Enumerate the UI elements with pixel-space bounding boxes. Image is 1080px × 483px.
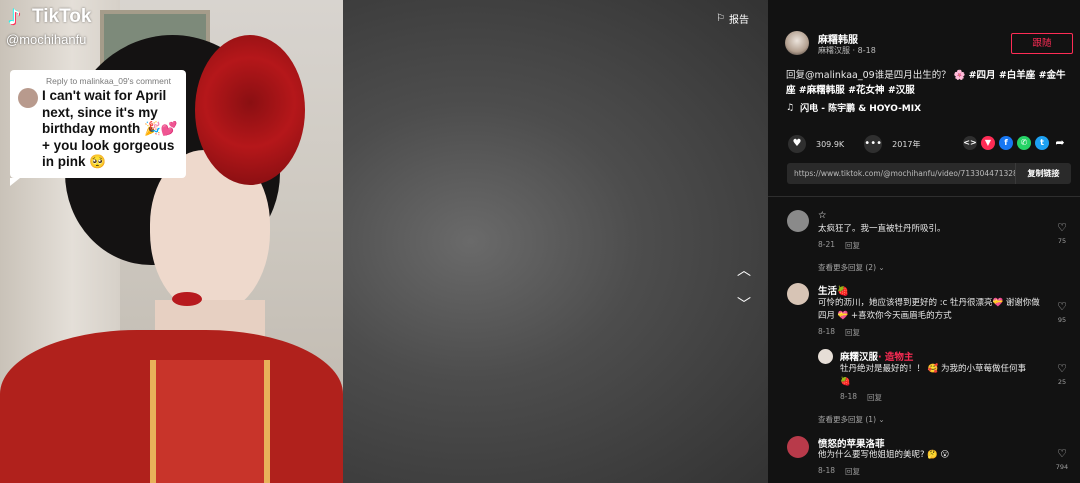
heart-outline-icon[interactable]: ♡ [1053, 363, 1071, 375]
comment-like[interactable]: ♡ 95 [1053, 301, 1071, 325]
reply-button[interactable]: 回复 [845, 327, 860, 338]
previous-video-button[interactable]: ︿ [735, 262, 753, 280]
copy-link-button[interactable]: 复制链接 [1015, 163, 1071, 184]
tiktok-logo: ♪ TikTok [8, 6, 91, 28]
comment-date: 8-21 [818, 240, 836, 249]
heart-outline-icon[interactable]: ♡ [1053, 222, 1071, 234]
reply-button[interactable]: 回复 [867, 392, 882, 403]
blurred-background [343, 0, 768, 483]
comment-like[interactable]: ♡ 75 [1053, 222, 1071, 246]
comment-date: 8-18 [818, 327, 836, 336]
comment-meta: 8-18 回复 [818, 466, 860, 477]
heart-icon[interactable]: ♥ [788, 135, 806, 153]
commenter-avatar[interactable] [787, 210, 809, 232]
report-label: 报告 [728, 15, 749, 26]
commenter-avatar[interactable] [787, 436, 809, 458]
robe-trim [150, 360, 270, 483]
comment-like-count: 25 [1057, 378, 1067, 386]
chevron-up-icon: ︿ [737, 263, 751, 279]
commenter-avatar[interactable] [787, 283, 809, 305]
reply-card-avatar [18, 88, 38, 108]
peony-flower [195, 35, 305, 185]
comment-icon[interactable]: ••• [864, 135, 883, 153]
video-player[interactable]: ♪ TikTok @mochihanfu Reply to malinkaa_0… [0, 0, 768, 483]
commenter-avatar[interactable] [818, 349, 833, 364]
view-more-replies[interactable]: 查看更多回复 (1) ⌄ [818, 414, 885, 425]
share-arrow-icon[interactable]: ➦ [1053, 136, 1067, 150]
commenter-name[interactable]: ☆ [818, 210, 827, 221]
chevron-down-icon: ⌄ [878, 263, 885, 272]
comment-meta: 8-21 回复 [818, 240, 860, 251]
comment-meta: 8-18 回复 [840, 392, 882, 403]
video-frame[interactable]: ♪ TikTok @mochihanfu Reply to malinkaa_0… [0, 0, 343, 483]
whatsapp-icon[interactable]: ✆ [1017, 136, 1031, 150]
comment-text: 牡丹绝对是最好的！！ 🥰 为我的小草莓做任何事 🍓 [840, 364, 1026, 387]
view-more-replies-label: 查看更多回复 (2) [818, 263, 877, 272]
comment-like[interactable]: ♡ 794 [1053, 448, 1071, 472]
heart-outline-icon[interactable]: ♡ [1053, 448, 1071, 460]
comment-text: 他为什么要写他姐姐的美呢? 🤔 😮 [818, 450, 950, 460]
divider [768, 196, 1080, 197]
view-more-replies-label: 查看更多回复 (1) [818, 415, 877, 424]
comment-date: 8-18 [818, 466, 836, 475]
next-video-button[interactable]: ﹀ [735, 296, 753, 314]
heart-outline-icon[interactable]: ♡ [1053, 301, 1071, 313]
comment-text: 可怜的沥川，她应该得到更好的 :c 牡丹很漂亮💝 谢谢你做四月 💝 +喜欢你今天… [818, 298, 1040, 321]
embed-icon[interactable]: <> [963, 136, 977, 150]
music-note-icon: ♫ [786, 102, 795, 113]
comment-like-count: 794 [1055, 463, 1069, 471]
chevron-down-icon: ⌄ [878, 415, 885, 424]
comment-count: 2017年 [892, 139, 921, 149]
comment-text: 太疯狂了。我一直被牡丹所吸引。 [818, 224, 946, 234]
author-name[interactable]: 麻糬韩服 [818, 31, 858, 46]
video-link-box: https://www.tiktok.com/@mochihanfu/video… [787, 163, 1071, 184]
commenter-name[interactable]: 愤怒的苹果洛菲 [818, 436, 885, 450]
author-avatar[interactable] [785, 31, 809, 55]
share-icons: <> ▼ f ✆ t ➦ [963, 136, 1067, 150]
video-link-input[interactable]: https://www.tiktok.com/@mochihanfu/video… [787, 163, 1015, 184]
music-title: 闪电 - 陈宇鹏 & HOYO-MIX [800, 104, 922, 114]
creator-name: 麻糬汉服 [840, 352, 879, 363]
tiktok-note-icon: ♪ [8, 5, 21, 29]
lips [172, 292, 202, 306]
like-count: 309.9K [816, 139, 845, 149]
report-button[interactable]: ⚐ 报告 [716, 11, 749, 26]
facebook-icon[interactable]: f [999, 136, 1013, 150]
tiktok-wordmark: TikTok [32, 6, 92, 27]
creator-badge: · 造物主 [878, 352, 914, 363]
video-description: 回复@malinkaa_09谁是四月出生的？ 🌸 #四月 #白羊座 #金牛座 #… [786, 69, 1071, 98]
flag-icon: ⚐ [716, 13, 725, 24]
reply-card: Reply to malinkaa_09's comment I can't w… [10, 70, 186, 186]
view-more-replies[interactable]: 查看更多回复 (2) ⌄ [818, 262, 885, 273]
follow-button[interactable]: 跟随 [1011, 33, 1073, 54]
reply-button[interactable]: 回复 [845, 240, 860, 251]
repost-icon[interactable]: ▼ [981, 136, 995, 150]
comment-like[interactable]: ♡ 25 [1053, 363, 1071, 387]
reply-card-text: I can't wait for April next, since it's … [42, 88, 178, 169]
comment-meta: 8-18 回复 [818, 327, 860, 338]
comment-date: 8-18 [840, 392, 858, 401]
twitter-icon[interactable]: t [1035, 136, 1049, 150]
stats-bar: ♥ 309.9K ••• 2017年 [788, 135, 921, 153]
commenter-name[interactable]: 麻糬汉服· 造物主 [840, 349, 913, 363]
music-info[interactable]: ♫ 闪电 - 陈宇鹏 & HOYO-MIX [786, 101, 922, 115]
commenter-name[interactable]: 生活🍓 [818, 283, 849, 297]
description-text: 回复@malinkaa_09谁是四月出生的？ 🌸 [786, 70, 969, 81]
chevron-down-icon: ﹀ [737, 297, 751, 313]
details-panel: 麻糬韩服 麻糬汉服 · 8-18 跟随 回复@malinkaa_09谁是四月出生… [768, 0, 1080, 483]
author-subtitle: 麻糬汉服 · 8-18 [818, 46, 876, 55]
comment-like-count: 75 [1057, 237, 1067, 245]
reply-card-header: Reply to malinkaa_09's comment [46, 76, 171, 86]
video-handle: @mochihanfu [6, 32, 87, 47]
comment-like-count: 95 [1057, 316, 1067, 324]
reply-button[interactable]: 回复 [845, 466, 860, 477]
